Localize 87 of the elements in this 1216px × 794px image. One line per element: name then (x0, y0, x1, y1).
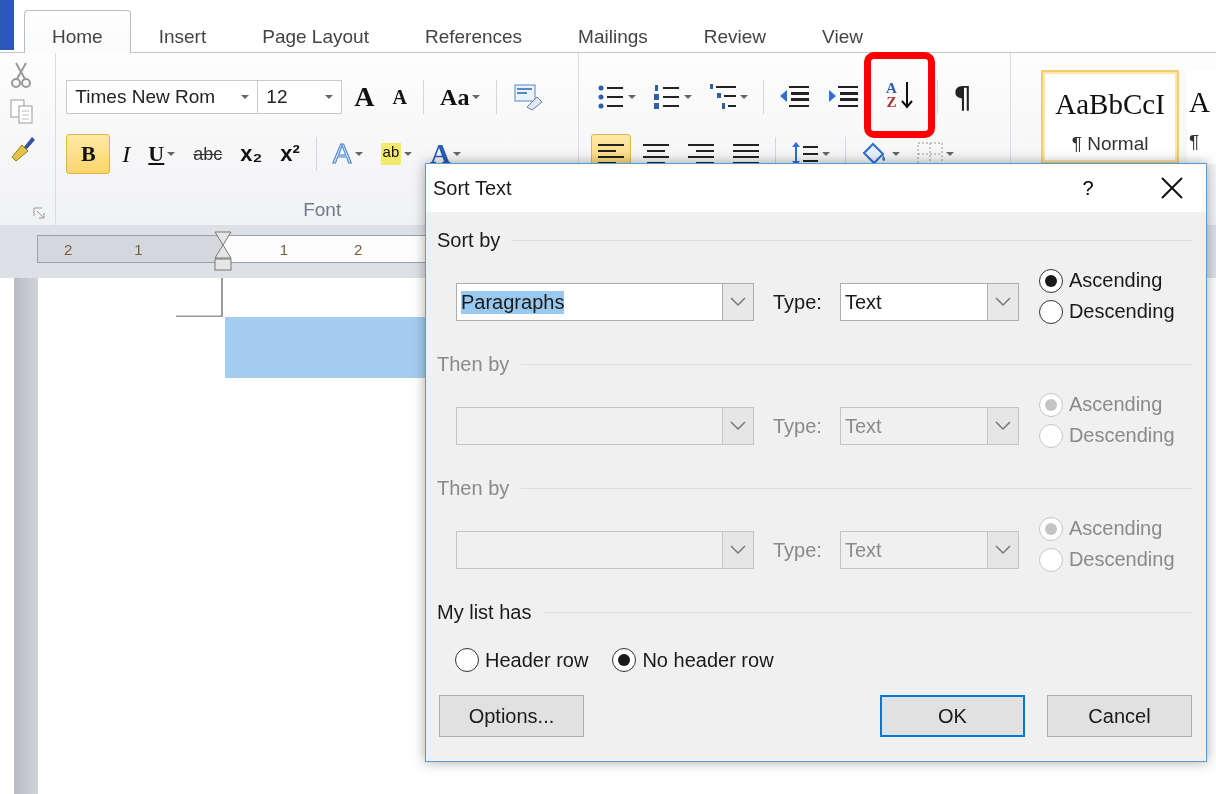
ruler-number: 2 (64, 240, 73, 258)
caret-icon (684, 95, 693, 99)
grow-font-button[interactable]: A (348, 77, 381, 117)
caret-icon (241, 95, 250, 99)
field-label: Type: (773, 538, 822, 562)
ribbon-tab[interactable]: References (396, 10, 551, 53)
highlight-button[interactable]: ab (374, 134, 419, 174)
caret-icon (472, 95, 481, 99)
shrink-font-button[interactable]: A (386, 77, 414, 117)
type-dropdown[interactable]: Text (839, 283, 1019, 321)
chevron-down-icon (994, 421, 1011, 431)
radio-button[interactable] (612, 648, 637, 672)
ribbon-tab[interactable]: Review (675, 10, 795, 53)
style-gallery-item[interactable]: AaBbCcI ¶ Normal (1041, 70, 1180, 164)
bold-button[interactable]: B (66, 134, 111, 174)
bullet-list-icon (597, 84, 626, 110)
ribbon-tab[interactable]: Mailings (550, 10, 676, 53)
font-size-field[interactable]: 12 (258, 80, 343, 114)
section-heading: Then by (437, 352, 510, 376)
change-case-button[interactable]: Aa (434, 77, 487, 117)
italic-button[interactable]: I (116, 134, 137, 174)
group-label: Font (303, 199, 342, 221)
ribbon-tab[interactable]: Home (24, 10, 131, 53)
underline-button[interactable]: U (142, 134, 182, 174)
ribbon-tab[interactable]: Page Layout (234, 10, 397, 53)
section-heading: Sort by (437, 228, 501, 252)
chevron-down-icon (994, 297, 1011, 307)
ruler-number: 1 (279, 240, 289, 258)
numbered-list-icon (653, 84, 682, 110)
align-right-icon (687, 143, 716, 165)
caret-icon (740, 95, 749, 99)
chevron-down-icon (730, 297, 746, 307)
close-icon (1161, 177, 1183, 199)
chevron-down-icon (994, 545, 1011, 555)
dialog-button[interactable]: Options... (439, 695, 584, 737)
strikethrough-button[interactable]: abc (187, 134, 229, 174)
dialog-button[interactable]: OK (880, 695, 1025, 737)
paintbrush-icon[interactable] (10, 135, 36, 163)
ribbon-tab[interactable]: Insert (130, 10, 235, 53)
caret-icon (404, 152, 413, 156)
align-center-icon (642, 143, 671, 165)
down-arrow-icon (900, 81, 913, 109)
style-gallery-item[interactable]: A ¶ (1187, 70, 1216, 164)
subscript-button[interactable]: x₂ (234, 134, 269, 174)
ruler-number: 2 (354, 240, 363, 258)
caret-icon (892, 152, 901, 156)
show-marks-button[interactable]: ¶ (946, 77, 978, 117)
radio-option[interactable]: Descending (1038, 299, 1175, 324)
clear-formatting-icon (513, 83, 544, 111)
sort-button[interactable]: A Z (871, 59, 928, 131)
caret-icon (325, 95, 334, 99)
sort-key-dropdown[interactable]: Paragraphs (456, 283, 754, 321)
radio-option[interactable]: Ascending (1038, 268, 1175, 293)
font-color-button[interactable]: A (424, 134, 468, 174)
scissors-icon[interactable] (10, 61, 32, 89)
align-left-icon (597, 143, 626, 165)
radio-option[interactable]: No header row (612, 648, 774, 672)
caret-icon (453, 152, 462, 156)
font-name-field[interactable]: Times New Rom (66, 80, 259, 114)
indent-marker-icon[interactable] (214, 231, 232, 271)
borders-icon (917, 142, 944, 166)
caret-icon (946, 152, 955, 156)
section-heading: Then by (437, 476, 510, 500)
decrease-indent-icon (779, 84, 812, 110)
radio-button[interactable] (1038, 299, 1063, 324)
dialog-button[interactable]: Cancel (1047, 695, 1192, 737)
caret-icon (628, 95, 637, 99)
caret-icon (354, 152, 363, 156)
chevron-down-icon (730, 421, 746, 431)
field-label: Type: (773, 290, 822, 314)
caret-icon (822, 152, 831, 156)
increase-indent-icon (828, 84, 861, 110)
table-gridline (176, 278, 223, 317)
ribbon-tab[interactable]: View (794, 10, 891, 53)
dialog-title: Sort Text (433, 176, 513, 200)
help-button[interactable]: ? (1068, 165, 1108, 211)
dialog-launcher-icon[interactable] (33, 207, 45, 219)
multilevel-list-icon (709, 83, 738, 111)
ruler-number: 1 (134, 240, 143, 258)
radio-option[interactable]: Header row (455, 648, 589, 672)
radio-button[interactable] (455, 648, 479, 672)
radio-button[interactable] (1038, 268, 1063, 293)
section-heading: My list has (437, 600, 532, 624)
superscript-button[interactable]: x² (274, 134, 306, 174)
chevron-down-icon (730, 545, 746, 555)
caret-icon (167, 152, 176, 156)
field-label: Type: (773, 414, 822, 438)
